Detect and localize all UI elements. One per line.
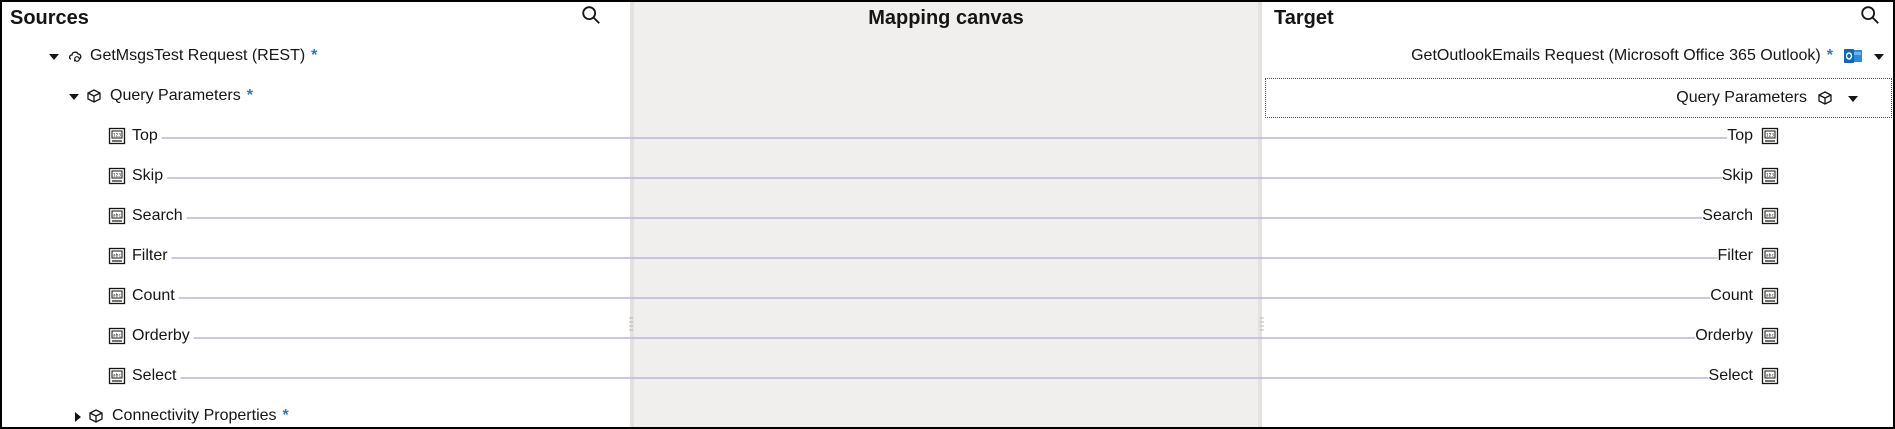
- svg-text:abc: abc: [113, 253, 121, 259]
- required-marker: *: [282, 407, 289, 424]
- target-query-parameters-row[interactable]: Query Parameters: [1676, 86, 1859, 110]
- search-icon: [1861, 6, 1879, 24]
- required-marker: *: [1826, 47, 1833, 64]
- number-field-icon: 123: [108, 127, 126, 145]
- caret-down-icon[interactable]: [48, 50, 60, 62]
- source-field-label: Search: [132, 207, 183, 224]
- source-field-filter[interactable]: abc Filter: [108, 244, 168, 268]
- source-connectivity-label: Connectivity Properties: [112, 407, 277, 424]
- string-field-icon: abc: [1761, 247, 1779, 265]
- target-field-label: Filter: [1717, 247, 1753, 264]
- source-field-top[interactable]: 123 Top: [108, 124, 158, 148]
- target-field-skip[interactable]: Skip 123: [1722, 164, 1779, 188]
- target-field-filter[interactable]: Filter abc: [1717, 244, 1779, 268]
- target-search-button[interactable]: [1859, 4, 1883, 28]
- svg-text:abc: abc: [1766, 333, 1774, 339]
- number-field-icon: 123: [108, 167, 126, 185]
- source-field-label: Orderby: [132, 327, 190, 344]
- source-field-search[interactable]: abc Search: [108, 204, 183, 228]
- svg-text:abc: abc: [113, 333, 121, 339]
- target-field-label: Orderby: [1695, 327, 1753, 344]
- source-field-label: Filter: [132, 247, 168, 264]
- string-field-icon: abc: [108, 287, 126, 305]
- target-field-label: Search: [1702, 207, 1753, 224]
- svg-text:abc: abc: [1766, 293, 1774, 299]
- sources-search-button[interactable]: [580, 4, 604, 28]
- svg-text:abc: abc: [113, 373, 121, 379]
- target-title: Target: [1274, 7, 1334, 29]
- target-group-label: Query Parameters: [1676, 89, 1807, 106]
- sources-splitter-handle[interactable]: [629, 316, 633, 334]
- target-field-count[interactable]: Count abc: [1710, 284, 1779, 308]
- object-cube-icon: [1817, 90, 1833, 106]
- number-field-icon: 123: [1761, 127, 1779, 145]
- sources-title: Sources: [10, 7, 89, 29]
- source-root-node[interactable]: GetMsgsTest Request (REST) *: [48, 44, 317, 68]
- target-field-label: Top: [1727, 127, 1753, 144]
- string-field-icon: abc: [108, 367, 126, 385]
- target-panel: Target GetOutlookEmails Request (Microso…: [1262, 2, 1893, 427]
- rest-request-icon: [68, 48, 84, 64]
- svg-text:abc: abc: [1766, 373, 1774, 379]
- caret-down-icon[interactable]: [1847, 92, 1859, 104]
- svg-text:abc: abc: [1766, 213, 1774, 219]
- source-field-count[interactable]: abc Count: [108, 284, 175, 308]
- target-splitter-handle[interactable]: [1260, 316, 1264, 334]
- sources-panel: Sources GetMsgsTest Request (REST) * Que…: [2, 2, 630, 427]
- svg-text:123: 123: [113, 173, 121, 179]
- number-field-icon: 123: [1761, 167, 1779, 185]
- caret-down-icon[interactable]: [68, 90, 80, 102]
- source-field-label: Skip: [132, 167, 164, 184]
- search-icon: [582, 6, 600, 24]
- string-field-icon: abc: [108, 207, 126, 225]
- required-marker: *: [311, 47, 318, 64]
- target-root-label: GetOutlookEmails Request (Microsoft Offi…: [1411, 47, 1821, 64]
- string-field-icon: abc: [108, 327, 126, 345]
- object-cube-icon: [86, 88, 102, 104]
- target-field-label: Select: [1708, 367, 1753, 384]
- target-field-orderby[interactable]: Orderby abc: [1695, 324, 1779, 348]
- source-field-skip[interactable]: 123 Skip: [108, 164, 163, 188]
- source-root-label: GetMsgsTest Request (REST): [90, 47, 306, 64]
- mapping-canvas-panel[interactable]: Mapping canvas: [630, 2, 1262, 427]
- target-field-search[interactable]: Search abc: [1702, 204, 1779, 228]
- source-field-label: Count: [132, 287, 175, 304]
- svg-text:123: 123: [113, 133, 121, 139]
- string-field-icon: abc: [1761, 287, 1779, 305]
- canvas-title: Mapping canvas: [868, 7, 1024, 29]
- caret-right-icon[interactable]: [72, 410, 84, 422]
- string-field-icon: abc: [1761, 327, 1779, 345]
- source-field-select[interactable]: abc Select: [108, 364, 176, 388]
- string-field-icon: abc: [108, 247, 126, 265]
- source-connectivity-properties-node[interactable]: Connectivity Properties *: [72, 404, 289, 427]
- source-field-orderby[interactable]: abc Orderby: [108, 324, 190, 348]
- svg-text:abc: abc: [1766, 253, 1774, 259]
- caret-down-icon[interactable]: [1873, 50, 1885, 62]
- string-field-icon: abc: [1761, 367, 1779, 385]
- target-field-label: Skip: [1721, 167, 1753, 184]
- svg-text:123: 123: [1766, 173, 1774, 179]
- target-field-select[interactable]: Select abc: [1709, 364, 1779, 388]
- source-field-label: Select: [132, 367, 177, 384]
- object-cube-icon: [88, 408, 104, 424]
- source-query-parameters-node[interactable]: Query Parameters *: [68, 84, 253, 108]
- svg-text:abc: abc: [113, 213, 121, 219]
- svg-text:abc: abc: [113, 293, 121, 299]
- required-marker: *: [246, 87, 253, 104]
- target-root-node[interactable]: GetOutlookEmails Request (Microsoft Offi…: [1411, 44, 1885, 68]
- source-group-label: Query Parameters: [110, 87, 241, 104]
- source-field-label: Top: [132, 127, 158, 144]
- outlook-app-icon: [1843, 47, 1863, 65]
- target-field-label: Count: [1710, 287, 1753, 304]
- svg-text:123: 123: [1766, 133, 1774, 139]
- data-mapper: Sources GetMsgsTest Request (REST) * Que…: [0, 0, 1895, 429]
- target-field-top[interactable]: Top 123: [1727, 124, 1779, 148]
- string-field-icon: abc: [1761, 207, 1779, 225]
